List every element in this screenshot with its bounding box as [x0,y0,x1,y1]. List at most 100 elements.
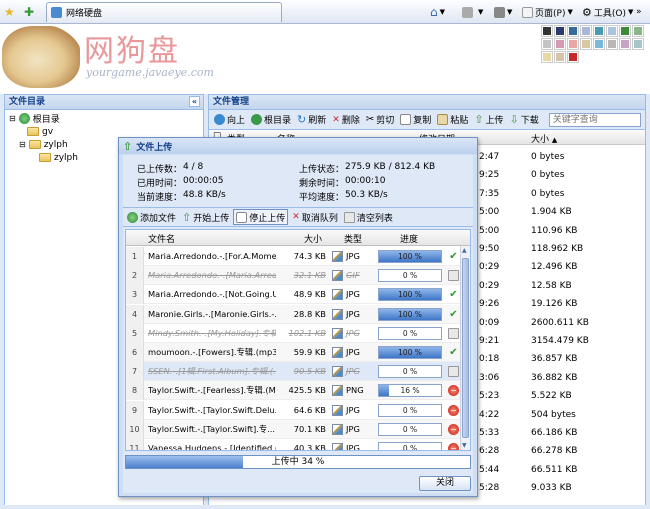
clear-list-button[interactable]: 清空列表 [342,209,395,225]
scroll-up-icon[interactable]: ▲ [462,247,467,254]
file-row[interactable]: 0:09 2600.611 KB [479,314,645,332]
upload-file-row[interactable]: 5 Mindy.Smith.-.[My.Holiday].专辑... 102.1 K… [126,323,460,343]
theme-swatch[interactable] [541,51,553,63]
upload-file-row[interactable]: 9 Taylor.Swift.-.[Taylor.Swift.Delu... 64.… [126,400,460,420]
file-size: 110.96 KB [531,225,578,236]
print-icon[interactable]: ▼ [494,4,512,20]
rss-icon[interactable] [462,4,473,20]
upload-grid-scrollbar[interactable]: ▲ ▼ [460,246,470,450]
toolbar-overflow-icon[interactable]: » [636,4,642,20]
cancel-queue-button[interactable]: ✕ 取消队列 [290,209,340,225]
upload-file-row[interactable]: 6 moumoon.-.[Fowers].专辑.(mp3)... 59.9 KB JP… [126,343,460,362]
upload-button[interactable]: ⇧ 上传 [472,112,505,128]
file-row[interactable]: 5:23 5.522 KB [479,387,645,405]
file-row[interactable]: 5:33 66.186 KB [479,424,645,442]
theme-swatch[interactable] [554,38,566,50]
cut-button[interactable]: ✂ 剪切 [364,112,396,128]
tree-item-zylph[interactable]: ⊟ zylph [19,138,68,151]
file-row[interactable]: 7:35 0 bytes [479,185,645,203]
mail-icon[interactable]: ▼ [478,4,483,20]
tools-menu[interactable]: ⚙ 工具(O) ▼ [582,4,633,20]
remove-file-icon[interactable]: − [448,404,459,416]
column-progress[interactable]: 进度 [400,232,418,245]
upload-file-row[interactable]: 10 Taylor.Swift.-.[Taylor.Swift].专... 70.1… [126,419,460,439]
theme-swatch[interactable] [554,25,566,37]
scroll-down-icon[interactable]: ▼ [462,442,467,449]
theme-swatch[interactable] [567,25,579,37]
search-input[interactable] [548,112,641,127]
tree-item-gv[interactable]: gv [27,125,53,138]
home-icon[interactable]: ⌂ ▼ [430,4,445,20]
theme-swatch[interactable] [593,25,605,37]
file-row[interactable]: 9:25 0 bytes [479,166,645,184]
file-row[interactable]: 5:00 110.96 KB [479,222,645,240]
scrollbar-thumb[interactable] [462,258,469,438]
file-progress-label: 0 % [402,424,418,434]
column-filename[interactable]: 文件名 [148,232,175,245]
page-menu[interactable]: 页面(P) ▼ [522,4,573,20]
column-filesize[interactable]: 大小 [304,232,322,245]
tree-item-label: zylph [54,152,78,163]
copy-button[interactable]: 复制 [398,112,433,128]
browser-tab[interactable]: 网络硬盘 [46,2,282,22]
close-button[interactable]: 关闭 [419,476,471,491]
file-row[interactable]: 5:44 66.511 KB [479,461,645,479]
upload-file-row[interactable]: 2 Maria.Arredondo.-.[Maria.Arredo... 32.1 … [126,266,460,286]
file-row[interactable]: 9:21 3154.479 KB [479,332,645,350]
root-button[interactable]: 根目录 [249,112,293,128]
theme-swatch[interactable] [554,51,566,63]
remove-file-icon[interactable]: − [448,385,459,397]
file-row[interactable]: 3:06 36.882 KB [479,369,645,387]
file-row[interactable]: 0:18 36.857 KB [479,350,645,368]
tree-toggle-icon[interactable]: ⊟ [9,114,16,123]
theme-swatch[interactable] [606,38,618,50]
stop-upload-button[interactable]: 停止上传 [233,209,289,225]
delete-button[interactable]: ✕ 删除 [330,112,362,128]
theme-swatch[interactable] [541,38,553,50]
upload-file-row[interactable]: 1 Maria.Arredondo.-.[For.A.Momen... 74.3 K… [126,247,460,266]
theme-swatch[interactable] [632,25,644,37]
file-row[interactable]: 6:28 66.278 KB [479,442,645,460]
upload-file-row[interactable]: 8 Taylor.Swift.-.[Fearless].专辑.(M... 425.5… [126,381,460,401]
upload-file-row[interactable]: 4 Maronie.Girls.-.[Maronie.Girls.-.1... 28… [126,304,460,324]
upload-dialog-title-bar[interactable]: ⇧ 文件上传 [119,138,477,154]
tree-toggle-icon[interactable]: ⊟ [19,140,26,149]
theme-swatch[interactable] [606,25,618,37]
remove-file-icon[interactable]: − [448,443,459,450]
file-row[interactable]: 0:29 12.58 KB [479,277,645,295]
theme-swatch[interactable] [632,38,644,50]
add-file-button[interactable]: 添加文件 [125,209,178,225]
download-button[interactable]: ⇩ 下载 [508,112,541,128]
file-size: 66.511 KB [531,464,578,475]
favorites-star-icon[interactable]: ★ [4,4,15,20]
up-button[interactable]: 向上 [212,112,247,128]
file-row[interactable]: 0:29 12.496 KB [479,258,645,276]
tree-root[interactable]: ⊟ 根目录 [9,112,60,125]
theme-swatch[interactable] [541,25,553,37]
paste-button[interactable]: 粘贴 [435,112,470,128]
file-row[interactable]: 4:22 504 bytes [479,406,645,424]
file-row[interactable]: 2:47 0 bytes [479,148,645,166]
refresh-button[interactable]: ↻ 刷新 [295,112,328,128]
file-row[interactable]: 5:00 1.904 KB [479,203,645,221]
theme-swatch[interactable] [567,51,579,63]
start-upload-button[interactable]: ⇧ 开始上传 [180,209,231,225]
theme-swatch[interactable] [580,25,592,37]
file-row[interactable]: 5:28 9.033 KB [479,479,645,497]
file-row[interactable]: 9:50 118.962 KB [479,240,645,258]
theme-swatch[interactable] [593,38,605,50]
theme-swatch[interactable] [580,38,592,50]
upload-file-row[interactable]: 3 Maria.Arredondo.-.[Not.Going.Un... 48.9 … [126,285,460,305]
collapse-icon[interactable]: « [189,96,200,107]
theme-swatch[interactable] [619,38,631,50]
column-size[interactable]: 大小 ▲ [531,132,557,145]
column-filetype[interactable]: 类型 [344,232,362,245]
remove-file-icon[interactable]: − [448,423,459,435]
tree-item-zylph-child[interactable]: zylph [39,151,78,164]
add-favorite-icon[interactable]: ✚ [24,4,34,20]
theme-swatch[interactable] [567,38,579,50]
upload-file-row[interactable]: 11 Vanessa.Hudgens.-.[Identified.(J... 40.… [126,439,460,450]
theme-swatch[interactable] [619,25,631,37]
file-row[interactable]: 9:26 19.126 KB [479,295,645,313]
upload-file-row[interactable]: 7 SSEN.-.[1辑.First.Album].专辑.(... 90.5 KB J… [126,362,460,382]
